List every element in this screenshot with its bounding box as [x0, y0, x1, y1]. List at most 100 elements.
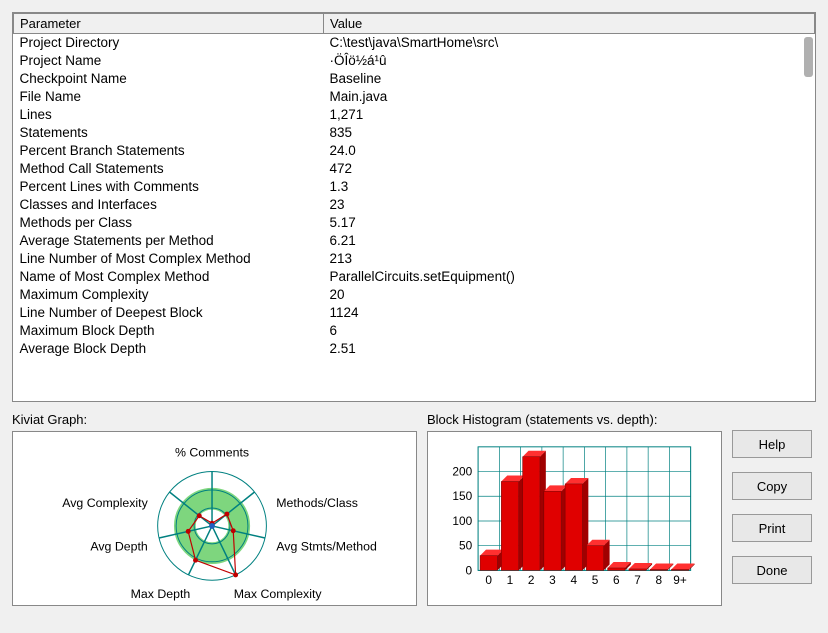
kiviat-axis-label: Max Complexity	[234, 587, 323, 601]
param-cell: Average Statements per Method	[14, 232, 324, 250]
metrics-table: Parameter Value Project DirectoryC:\test…	[13, 13, 815, 358]
param-cell: Project Name	[14, 52, 324, 70]
param-cell: File Name	[14, 88, 324, 106]
table-row[interactable]: Classes and Interfaces23	[14, 196, 815, 214]
table-row[interactable]: Lines1,271	[14, 106, 815, 124]
value-cell: C:\test\java\SmartHome\src\	[324, 34, 815, 53]
param-cell: Percent Branch Statements	[14, 142, 324, 160]
hist-xtick: 0	[485, 573, 492, 587]
table-row[interactable]: Line Number of Most Complex Method213	[14, 250, 815, 268]
param-cell: Maximum Block Depth	[14, 322, 324, 340]
scrollbar-thumb[interactable]	[804, 37, 813, 77]
kiviat-axis-label: % Comments	[175, 446, 249, 460]
histogram-panel: 0 50 100 150 200 0 1234 5678 9+	[427, 431, 722, 606]
kiviat-axis-label: Avg Stmts/Method	[276, 539, 377, 553]
hist-xtick: 5	[592, 573, 599, 587]
hist-ytick: 200	[452, 464, 472, 478]
histogram-chart: 0 50 100 150 200 0 1234 5678 9+	[428, 432, 721, 605]
hist-bar	[480, 556, 497, 571]
kiviat-axis-label: Methods/Class	[276, 496, 358, 510]
param-cell: Maximum Complexity	[14, 286, 324, 304]
help-button[interactable]: Help	[732, 430, 812, 458]
table-row[interactable]: Statements835	[14, 124, 815, 142]
param-cell: Checkpoint Name	[14, 70, 324, 88]
hist-xtick: 2	[528, 573, 535, 587]
hist-ytick: 150	[452, 489, 472, 503]
table-row[interactable]: Checkpoint NameBaseline	[14, 70, 815, 88]
table-row[interactable]: Project DirectoryC:\test\java\SmartHome\…	[14, 34, 815, 53]
value-cell: Main.java	[324, 88, 815, 106]
param-cell: Project Directory	[14, 34, 324, 53]
print-button[interactable]: Print	[732, 514, 812, 542]
kiviat-axis-label: Avg Complexity	[62, 496, 148, 510]
param-cell: Average Block Depth	[14, 340, 324, 358]
hist-xtick: 1	[507, 573, 514, 587]
col-header-parameter[interactable]: Parameter	[14, 14, 324, 34]
table-row[interactable]: Methods per Class5.17	[14, 214, 815, 232]
value-cell: 5.17	[324, 214, 815, 232]
table-row[interactable]: Line Number of Deepest Block1124	[14, 304, 815, 322]
hist-xtick: 9+	[673, 573, 687, 587]
value-cell: ParallelCircuits.setEquipment()	[324, 268, 815, 286]
hist-bar	[629, 569, 646, 570]
param-cell: Name of Most Complex Method	[14, 268, 324, 286]
hist-bar	[544, 491, 561, 570]
param-cell: Percent Lines with Comments	[14, 178, 324, 196]
param-cell: Line Number of Most Complex Method	[14, 250, 324, 268]
table-row[interactable]: Method Call Statements472	[14, 160, 815, 178]
table-row[interactable]: Maximum Complexity20	[14, 286, 815, 304]
hist-ytick: 100	[452, 514, 472, 528]
param-cell: Lines	[14, 106, 324, 124]
hist-bar	[586, 546, 603, 571]
param-cell: Classes and Interfaces	[14, 196, 324, 214]
hist-ytick: 0	[466, 563, 473, 577]
hist-xtick: 7	[634, 573, 641, 587]
value-cell: 20	[324, 286, 815, 304]
value-cell: 6	[324, 322, 815, 340]
kiviat-label: Kiviat Graph:	[12, 412, 417, 427]
hist-xtick: 4	[570, 573, 577, 587]
value-cell: 472	[324, 160, 815, 178]
value-cell: 1124	[324, 304, 815, 322]
param-cell: Method Call Statements	[14, 160, 324, 178]
value-cell: 2.51	[324, 340, 815, 358]
value-cell: 1,271	[324, 106, 815, 124]
hist-ytick: 50	[459, 539, 473, 553]
done-button[interactable]: Done	[732, 556, 812, 584]
value-cell: Baseline	[324, 70, 815, 88]
table-row[interactable]: Average Block Depth2.51	[14, 340, 815, 358]
value-cell: 213	[324, 250, 815, 268]
table-row[interactable]: Percent Branch Statements24.0	[14, 142, 815, 160]
param-cell: Line Number of Deepest Block	[14, 304, 324, 322]
hist-bar	[501, 481, 518, 570]
copy-button[interactable]: Copy	[732, 472, 812, 500]
hist-xtick: 3	[549, 573, 556, 587]
kiviat-chart: % Comments Methods/Class Avg Stmts/Method M…	[13, 432, 416, 605]
table-row[interactable]: Average Statements per Method6.21	[14, 232, 815, 250]
hist-bar	[608, 568, 625, 570]
table-row[interactable]: Project Name·ÖÎö½á¹û	[14, 52, 815, 70]
table-row[interactable]: Maximum Block Depth6	[14, 322, 815, 340]
histogram-label: Block Histogram (statements vs. depth):	[427, 412, 722, 427]
value-cell: 23	[324, 196, 815, 214]
metrics-table-wrap: Parameter Value Project DirectoryC:\test…	[12, 12, 816, 402]
hist-xtick: 6	[613, 573, 620, 587]
value-cell: 835	[324, 124, 815, 142]
table-row[interactable]: Name of Most Complex MethodParallelCircu…	[14, 268, 815, 286]
param-cell: Methods per Class	[14, 214, 324, 232]
hist-bar	[565, 484, 582, 571]
metrics-dialog: Parameter Value Project DirectoryC:\test…	[0, 0, 828, 633]
kiviat-panel: % Comments Methods/Class Avg Stmts/Method M…	[12, 431, 417, 606]
col-header-value[interactable]: Value	[324, 14, 815, 34]
table-row[interactable]: Percent Lines with Comments1.3	[14, 178, 815, 196]
hist-bar	[650, 569, 667, 570]
kiviat-axis-label: Max Depth	[131, 587, 191, 601]
kiviat-axis-label: Avg Depth	[90, 539, 148, 553]
hist-bar	[523, 457, 540, 571]
table-row[interactable]: File NameMain.java	[14, 88, 815, 106]
hist-xtick: 8	[655, 573, 662, 587]
value-cell: 24.0	[324, 142, 815, 160]
value-cell: 6.21	[324, 232, 815, 250]
value-cell: 1.3	[324, 178, 815, 196]
param-cell: Statements	[14, 124, 324, 142]
